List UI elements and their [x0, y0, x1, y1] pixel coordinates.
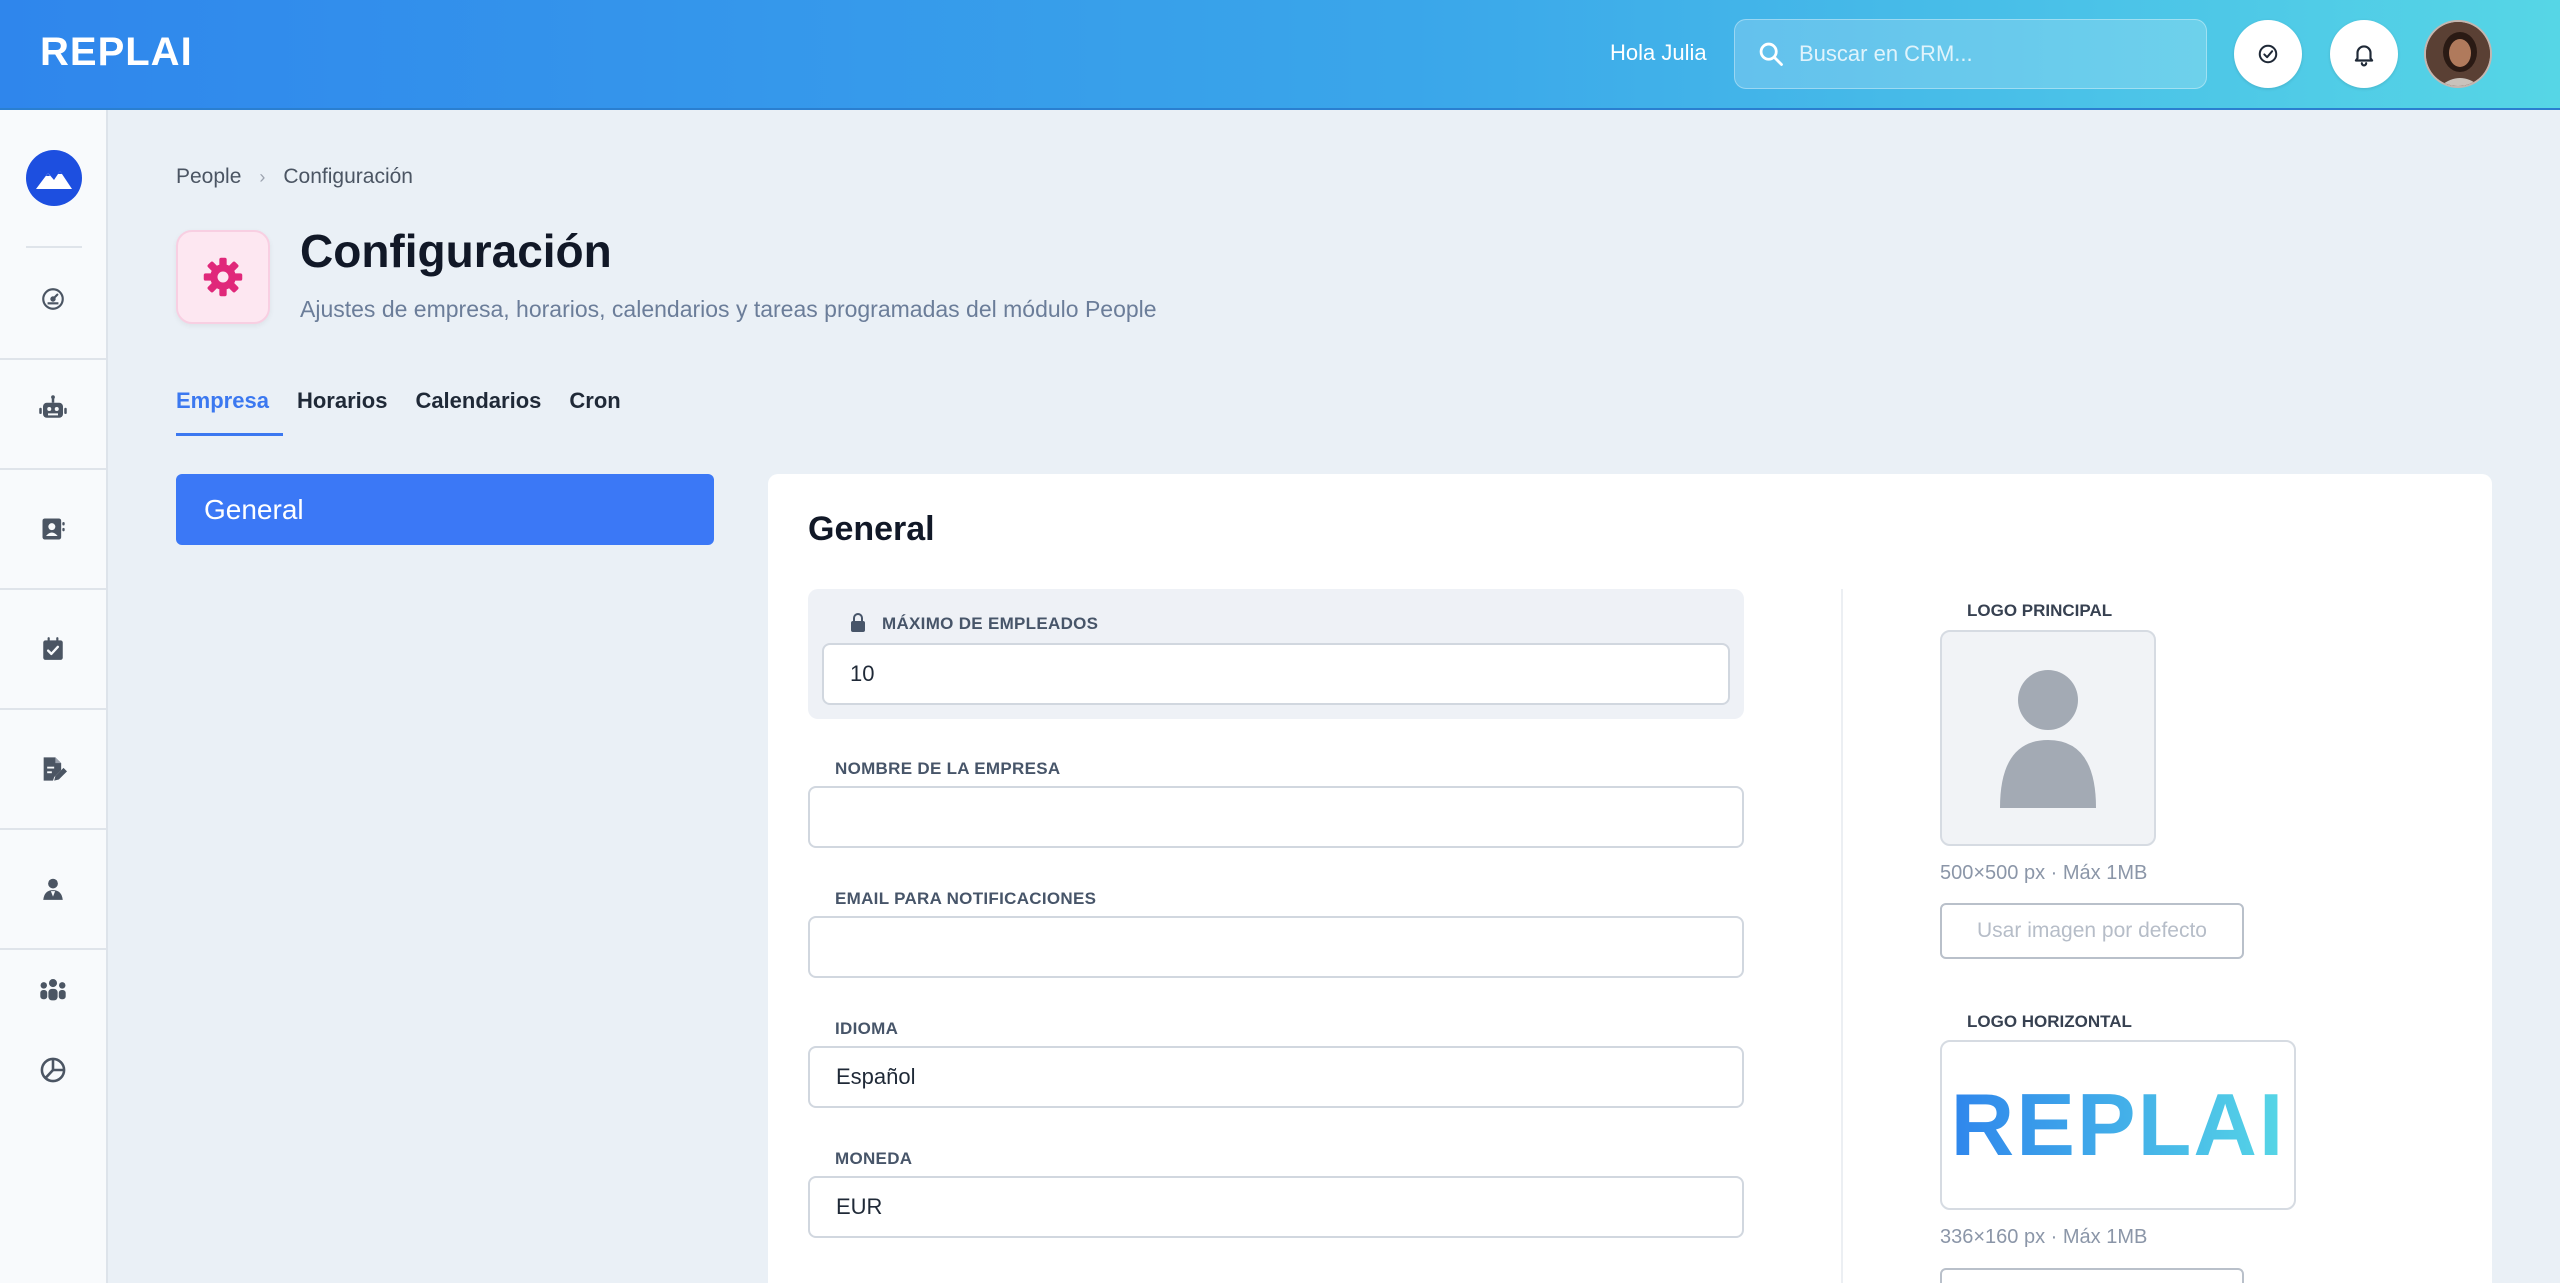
avatar-image: [2426, 22, 2490, 86]
gear-icon: [203, 257, 243, 297]
tab-calendarios[interactable]: Calendarios: [415, 388, 541, 436]
language-select[interactable]: Español: [808, 1046, 1744, 1108]
sidebar: [0, 110, 108, 1283]
chevron-right-icon: ›: [259, 166, 266, 187]
logo-horizontal-image: REPLAI: [1950, 1075, 2286, 1174]
search-input[interactable]: [1799, 20, 2189, 88]
search-box[interactable]: [1734, 19, 2207, 89]
notification-email-label: EMAIL PARA NOTIFICACIONES: [835, 889, 1097, 908]
person-icon: [43, 878, 63, 900]
tab-empresa[interactable]: Empresa: [176, 388, 283, 436]
dashboard-icon: [42, 288, 64, 310]
max-employees-label: MÁXIMO DE EMPLEADOS: [882, 614, 1099, 633]
document-edit-icon: [43, 757, 67, 781]
breadcrumb-root-link[interactable]: People: [176, 165, 241, 189]
tab-horarios[interactable]: Horarios: [297, 388, 387, 436]
currency-select[interactable]: EUR: [808, 1176, 1744, 1238]
max-employees-group: MÁXIMO DE EMPLEADOS 10: [808, 589, 1744, 719]
notifications-button[interactable]: [2330, 20, 2398, 88]
team-icon: [40, 979, 66, 1001]
settings-panel: General MÁXIMO DE EMPLEADOS 10 NOMBRE DE…: [768, 474, 2492, 1283]
sidebar-item-people[interactable]: [0, 830, 106, 950]
brand-logo[interactable]: REPLAI: [40, 30, 193, 75]
notification-email-field[interactable]: [808, 916, 1744, 978]
tab-bar: Empresa Horarios Calendarios Cron: [176, 388, 649, 436]
section-general-button[interactable]: General: [176, 474, 714, 545]
sidebar-item-contacts[interactable]: [0, 470, 106, 590]
logo-horizontal-default-button[interactable]: [1940, 1268, 2244, 1283]
breadcrumb-current: Configuración: [283, 165, 413, 188]
pie-chart-icon: [40, 1057, 66, 1083]
sidebar-item-team[interactable]: [0, 950, 106, 1030]
column-divider: [1841, 589, 1843, 1283]
logo-horizontal-upload[interactable]: REPLAI: [1940, 1040, 2296, 1210]
lock-icon: [851, 613, 865, 632]
logo-main-hint: 500×500 px · Máx 1MB: [1940, 862, 2148, 884]
check-circle-icon: [2258, 44, 2278, 64]
sidebar-item-reports[interactable]: [0, 1030, 106, 1110]
company-name-field[interactable]: [808, 786, 1744, 848]
sidebar-item-dashboard[interactable]: [0, 240, 106, 360]
use-default-image-button[interactable]: Usar imagen por defecto: [1940, 903, 2244, 959]
logo-main-upload[interactable]: [1940, 630, 2156, 846]
tab-cron[interactable]: Cron: [569, 388, 620, 436]
bell-icon: [2354, 45, 2374, 67]
user-placeholder-icon: [2000, 670, 2096, 808]
tasks-icon: [43, 637, 63, 660]
robot-icon: [39, 395, 67, 418]
sidebar-item-bots[interactable]: [0, 350, 106, 470]
top-bar: REPLAI Hola Julia: [0, 0, 2560, 110]
page-icon-box: [176, 230, 270, 324]
logo-main-label: LOGO PRINCIPAL: [1967, 601, 2113, 620]
page-subtitle: Ajustes de empresa, horarios, calendario…: [300, 296, 1157, 322]
logo-horizontal-label: LOGO HORIZONTAL: [1967, 1012, 2132, 1031]
panel-title: General: [808, 510, 935, 548]
max-employees-field[interactable]: 10: [822, 643, 1730, 705]
breadcrumb: People › Configuración: [176, 165, 413, 189]
mountain-icon: [36, 171, 72, 189]
user-avatar[interactable]: [2424, 20, 2492, 88]
contacts-icon: [42, 518, 65, 540]
search-icon: [1759, 42, 1783, 66]
company-name-label: NOMBRE DE LA EMPRESA: [835, 759, 1061, 778]
page-title: Configuración: [300, 225, 612, 277]
workspace-logo[interactable]: [26, 150, 82, 206]
sidebar-item-tasks[interactable]: [0, 590, 106, 710]
sidebar-item-documents[interactable]: [0, 710, 106, 830]
tasks-check-button[interactable]: [2234, 20, 2302, 88]
language-label: IDIOMA: [835, 1019, 899, 1038]
logo-horizontal-hint: 336×160 px · Máx 1MB: [1940, 1226, 2148, 1248]
currency-label: MONEDA: [835, 1149, 913, 1168]
user-greeting: Hola Julia: [1610, 40, 1707, 65]
